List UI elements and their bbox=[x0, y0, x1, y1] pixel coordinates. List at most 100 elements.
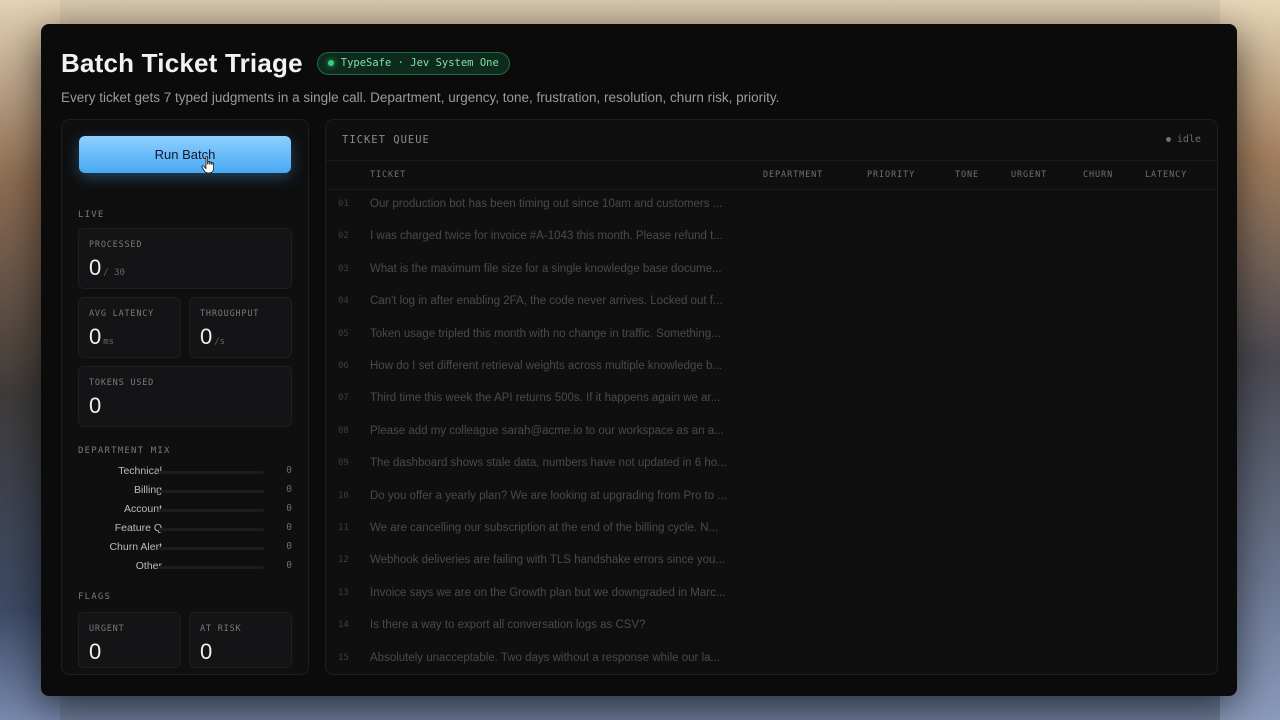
at-risk-label: AT RISK bbox=[200, 624, 242, 634]
dept-bar bbox=[158, 490, 264, 493]
urgent-label: URGENT bbox=[89, 624, 125, 634]
column-header-department[interactable]: DEPARTMENT bbox=[763, 170, 823, 180]
table-row[interactable]: 05 Token usage tripled this month with no… bbox=[326, 320, 1217, 352]
column-header-tone[interactable]: TONE bbox=[955, 170, 979, 180]
processed-unit: / 30 bbox=[103, 268, 125, 278]
avg-latency-card: AVG LATENCY 0 ms bbox=[78, 297, 181, 358]
ticket-text: Invoice says we are on the Growth plan b… bbox=[370, 586, 726, 599]
table-row[interactable]: 13 Invoice says we are on the Growth plan… bbox=[326, 579, 1217, 611]
row-number: 09 bbox=[338, 458, 349, 469]
ticket-text: Token usage tripled this month with no c… bbox=[370, 327, 721, 340]
dept-bar bbox=[158, 528, 264, 531]
dept-row-billing: Billing 0 bbox=[78, 484, 294, 498]
app-window: Batch Ticket Triage TypeSafe · Jev Syste… bbox=[41, 24, 1237, 696]
column-header-ticket[interactable]: TICKET bbox=[370, 170, 406, 180]
dept-name: Technical bbox=[118, 465, 162, 477]
processed-value: 0/ 30 bbox=[89, 255, 125, 280]
dept-row-technical: Technical 0 bbox=[78, 465, 294, 479]
avg-latency-unit: ms bbox=[103, 337, 115, 347]
dept-count: 0 bbox=[286, 484, 292, 495]
tokens-value: 0 bbox=[89, 393, 102, 418]
ticket-text: Do you offer a yearly plan? We are looki… bbox=[370, 489, 727, 502]
at-risk-value: 0 bbox=[200, 639, 213, 664]
ticket-text: Webhook deliveries are failing with TLS … bbox=[370, 554, 725, 567]
table-row[interactable]: 08 Please add my colleague sarah@acme.io … bbox=[326, 417, 1217, 449]
row-number: 14 bbox=[338, 620, 349, 631]
avg-latency-label: AVG LATENCY bbox=[89, 309, 155, 319]
pointer-cursor-icon bbox=[201, 156, 214, 174]
column-header-latency[interactable]: LATENCY bbox=[1145, 170, 1187, 180]
dept-bar bbox=[158, 471, 264, 474]
queue-status: idle bbox=[1165, 134, 1201, 145]
system-badge: TypeSafe · Jev System One bbox=[316, 51, 510, 75]
dept-row-churn-alert: Churn Alert 0 bbox=[78, 541, 294, 555]
ticket-text: Can't log in after enabling 2FA, the cod… bbox=[370, 295, 723, 308]
page-title: Batch Ticket Triage bbox=[61, 47, 303, 78]
dept-row-other: Other 0 bbox=[78, 560, 294, 574]
table-row[interactable]: 07 Third time this week the API returns 5… bbox=[326, 384, 1217, 416]
row-number: 06 bbox=[338, 361, 349, 371]
table-row[interactable]: 03 What is the maximum file size for a si… bbox=[326, 255, 1217, 287]
ticket-text: Third time this week the API returns 500… bbox=[370, 392, 721, 405]
status-dot-icon bbox=[327, 60, 334, 66]
dept-bar bbox=[158, 509, 264, 512]
row-number: 03 bbox=[338, 263, 349, 274]
table-row[interactable]: 01 Our production bot has been timing out… bbox=[326, 190, 1217, 222]
column-header-churn[interactable]: CHURN bbox=[1083, 170, 1113, 180]
ticket-text: We are cancelling our subscription at th… bbox=[370, 522, 719, 534]
table-row[interactable]: 15 Absolutely unacceptable. Two days with… bbox=[326, 644, 1217, 674]
column-header-urgent[interactable]: URGENT bbox=[1011, 170, 1047, 180]
ticket-text: Our production bot has been timing out s… bbox=[370, 198, 723, 210]
queue-title: TICKET QUEUE bbox=[342, 134, 430, 146]
urgent-value: 0 bbox=[89, 639, 102, 664]
avg-latency-value: 0 ms bbox=[89, 324, 115, 349]
row-number: 07 bbox=[338, 393, 349, 404]
table-row[interactable]: 06 How do I set different retrieval weigh… bbox=[326, 352, 1217, 384]
table-row[interactable]: 09 The dashboard shows stale data, number… bbox=[326, 449, 1217, 481]
dept-bar bbox=[158, 566, 264, 569]
dept-count: 0 bbox=[286, 465, 292, 476]
ticket-text: Is there a way to export all conversatio… bbox=[370, 619, 646, 632]
dept-row-feature-q: Feature Q 0 bbox=[78, 522, 294, 536]
ticket-text: How do I set different retrieval weights… bbox=[370, 360, 722, 372]
run-batch-button[interactable]: Run Batch bbox=[79, 136, 291, 173]
table-row[interactable]: 04 Can't log in after enabling 2FA, the c… bbox=[326, 287, 1217, 319]
ticket-text: What is the maximum file size for a sing… bbox=[370, 262, 722, 275]
table-row[interactable]: 02 I was charged twice for invoice #A-104… bbox=[326, 222, 1217, 254]
at-risk-card: AT RISK 0 bbox=[189, 612, 292, 668]
processed-card: PROCESSED 0/ 30 bbox=[78, 228, 292, 289]
header: Batch Ticket Triage TypeSafe · Jev Syste… bbox=[61, 46, 1217, 106]
table-row[interactable]: 10 Do you offer a yearly plan? We are loo… bbox=[326, 482, 1217, 514]
row-number: 04 bbox=[338, 296, 349, 307]
table-row[interactable]: 14 Is there a way to export all conversat… bbox=[326, 611, 1217, 643]
dept-count: 0 bbox=[286, 560, 292, 571]
badge-label: TypeSafe · Jev System One bbox=[340, 57, 499, 69]
dept-name: Churn Alert bbox=[109, 541, 162, 553]
table-row[interactable]: 11 We are cancelling our subscription at … bbox=[326, 514, 1217, 546]
divider bbox=[326, 160, 1217, 161]
live-label: LIVE bbox=[78, 210, 105, 220]
row-number: 05 bbox=[338, 328, 349, 339]
control-panel: Run Batch LIVE PROCESSED 0/ 30 AVG LATEN… bbox=[61, 119, 309, 675]
processed-label: PROCESSED bbox=[89, 240, 143, 250]
row-number: 12 bbox=[338, 555, 349, 566]
dept-count: 0 bbox=[286, 541, 292, 552]
table-row[interactable]: 12 Webhook deliveries are failing with TL… bbox=[326, 546, 1217, 578]
dept-count: 0 bbox=[286, 503, 292, 514]
throughput-unit: /s bbox=[214, 337, 226, 347]
dept-count: 0 bbox=[286, 522, 292, 533]
flags-label: FLAGS bbox=[78, 592, 112, 602]
row-number: 15 bbox=[338, 652, 349, 663]
throughput-value: 0/s bbox=[200, 324, 226, 349]
ticket-text: I was charged twice for invoice #A-1043 … bbox=[370, 230, 723, 243]
ticket-text: Please add my colleague sarah@acme.io to… bbox=[370, 424, 724, 437]
dept-bar bbox=[158, 547, 264, 550]
dept-name: Account bbox=[124, 503, 162, 515]
dept-row-account: Account 0 bbox=[78, 503, 294, 517]
row-number: 08 bbox=[338, 425, 349, 436]
row-number: 02 bbox=[338, 231, 349, 242]
column-header-priority[interactable]: PRIORITY bbox=[867, 170, 915, 180]
queue-status-label: idle bbox=[1176, 134, 1201, 145]
tokens-label: TOKENS USED bbox=[89, 378, 155, 388]
row-number: 13 bbox=[338, 587, 349, 598]
